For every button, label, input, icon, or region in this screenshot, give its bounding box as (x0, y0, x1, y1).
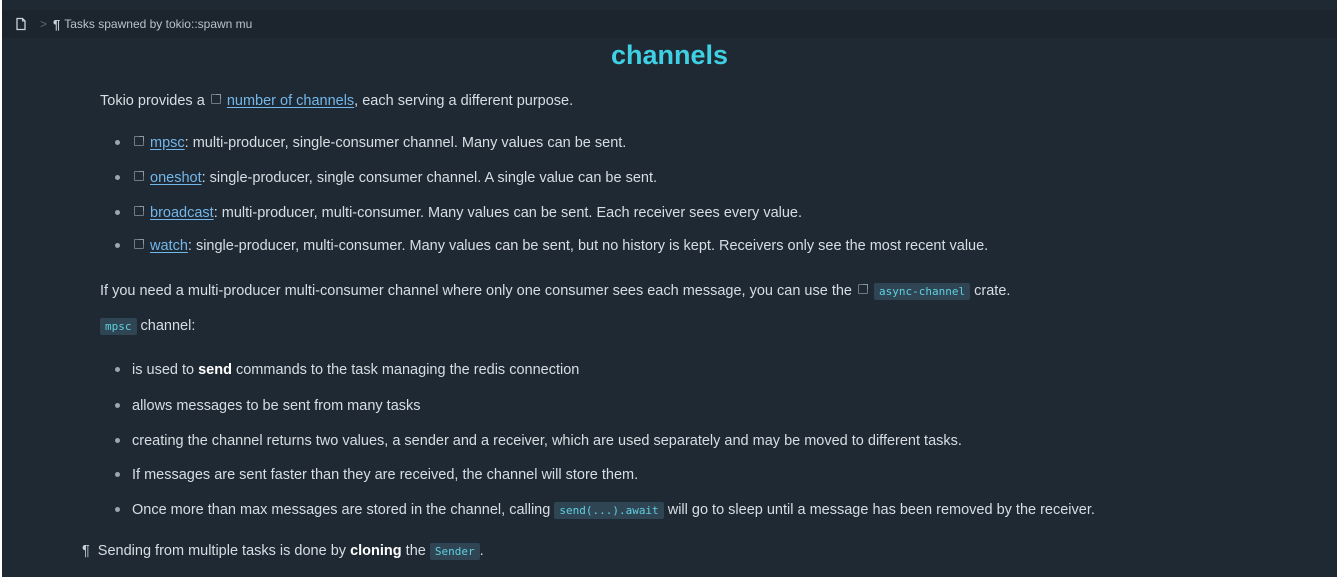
list-item: broadcast: multi-producer, multi-consume… (115, 203, 802, 223)
code-async-channel[interactable]: async-channel (874, 283, 971, 300)
list-item: watch: single-producer, multi-consumer. … (115, 236, 988, 256)
external-link-icon (134, 206, 144, 216)
footer-mid: the (405, 543, 426, 559)
list-item-text: If messages are sent faster than they ar… (132, 467, 639, 483)
async-channel-paragraph: If you need a multi-producer multi-consu… (100, 281, 1010, 302)
async-prefix: If you need a multi-producer multi-consu… (100, 283, 852, 299)
intro-suffix: , each serving a different purpose. (354, 93, 574, 109)
list-item-text: allows messages to be sent from many tas… (132, 398, 421, 414)
list-item-prefix: Once more than max messages are stored i… (132, 502, 551, 518)
external-link-icon (134, 136, 144, 146)
link-broadcast[interactable]: broadcast (150, 205, 214, 221)
mpsc-heading-text: channel: (140, 318, 196, 334)
list-item: mpsc: multi-producer, single-consumer ch… (115, 133, 626, 153)
bullet-icon (115, 438, 120, 443)
intro-paragraph: Tokio provides a number of channels, eac… (100, 91, 573, 111)
breadcrumb-item-current[interactable]: Tasks spawned by tokio::spawn mu (64, 17, 252, 31)
external-link-icon (210, 94, 221, 104)
bullet-icon (115, 507, 120, 512)
footer-prefix: Sending from multiple tasks is done by (97, 543, 347, 559)
bullet-icon (115, 175, 120, 180)
bullet-icon (115, 210, 120, 215)
intro-prefix: Tokio provides a (100, 93, 205, 109)
bullet-icon (115, 472, 120, 477)
bold-send: send (198, 362, 232, 378)
list-item-suffix: commands to the task managing the redis … (235, 362, 580, 378)
link-mpsc[interactable]: mpsc (150, 135, 185, 151)
bullet-icon (115, 243, 120, 248)
list-item: Once more than max messages are stored i… (115, 500, 1095, 521)
external-link-icon (858, 284, 869, 294)
list-item-prefix: is used to (132, 362, 195, 378)
footer-paragraph: ¶ Sending from multiple tasks is done by … (82, 541, 484, 562)
external-link-icon (134, 171, 144, 181)
list-item: If messages are sent faster than they ar… (115, 465, 638, 485)
paragraph-icon[interactable]: ¶ (82, 543, 90, 559)
list-item-suffix: will go to sleep until a message has bee… (667, 502, 1095, 518)
list-item-text: : multi-producer, single-consumer channe… (184, 135, 627, 151)
list-item-text: : multi-producer, multi-consumer. Many v… (213, 205, 803, 221)
editor-pane: > ¶ Tasks spawned by tokio::spawn mu cha… (2, 0, 1337, 577)
external-link-icon (134, 239, 144, 249)
list-item: is used to send commands to the task man… (115, 360, 579, 380)
link-oneshot[interactable]: oneshot (150, 170, 202, 186)
code-sender: Sender (429, 543, 480, 560)
list-item-text: : single-producer, single consumer chann… (201, 170, 658, 186)
mpsc-heading: mpsc channel: (100, 316, 195, 337)
bullet-icon (115, 403, 120, 408)
list-item-text: : single-producer, multi-consumer. Many … (187, 238, 989, 254)
link-number-of-channels[interactable]: number of channels (227, 93, 354, 109)
page-title: channels (610, 40, 729, 70)
code-mpsc: mpsc (100, 318, 137, 335)
list-item: allows messages to be sent from many tas… (115, 396, 421, 416)
async-suffix: crate. (974, 283, 1011, 299)
link-watch[interactable]: watch (150, 238, 188, 254)
code-send-await: send(...).await (554, 502, 664, 519)
breadcrumb-separator: > (40, 17, 48, 31)
footer-suffix: . (479, 543, 484, 559)
list-item: creating the channel returns two values,… (115, 431, 962, 451)
document-icon[interactable] (14, 17, 28, 31)
bullet-icon (115, 367, 120, 372)
list-item: oneshot: single-producer, single consume… (115, 168, 657, 188)
bold-cloning: cloning (350, 543, 402, 559)
bullet-icon (115, 140, 120, 145)
list-item-text: creating the channel returns two values,… (132, 433, 962, 449)
paragraph-icon: ¶ (53, 16, 61, 32)
